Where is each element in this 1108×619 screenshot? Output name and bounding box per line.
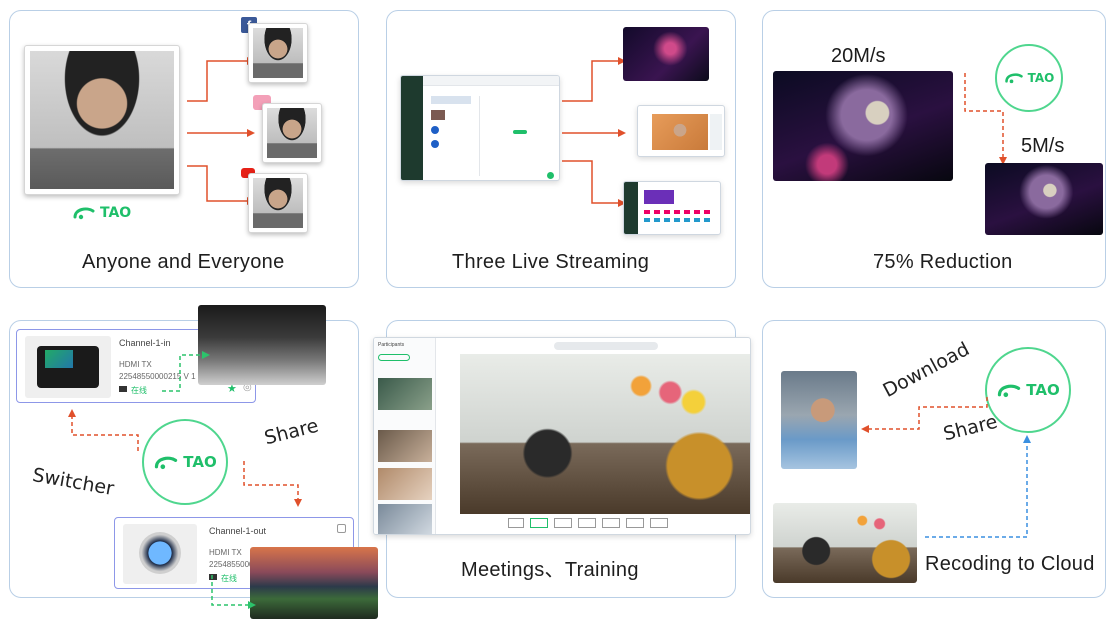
participant-video[interactable] bbox=[378, 430, 432, 462]
compression-arrow bbox=[964, 73, 1007, 165]
upload-blue-arrow bbox=[925, 435, 1031, 538]
tao-logo-text: TAO bbox=[100, 205, 132, 221]
add-participant-button[interactable] bbox=[378, 354, 410, 361]
card-switcher-share: Channel-1-in HDMI TX 22548550000215 V 1 … bbox=[9, 305, 378, 619]
channel-in-title: Channel-1-in bbox=[119, 338, 171, 348]
card-75-reduction: 20M/s TAO 5M/s 75% Reduction bbox=[762, 10, 1106, 288]
output-green-arrow bbox=[211, 575, 256, 609]
layout-option[interactable] bbox=[602, 518, 620, 528]
concert-video-low bbox=[985, 163, 1103, 235]
portrait-thumb-facebook bbox=[248, 23, 308, 83]
channel-out-model: HDMI TX bbox=[209, 548, 242, 557]
download-label: Download bbox=[879, 338, 974, 402]
speed-low-label: 5M/s bbox=[1021, 135, 1065, 157]
share-label: Share bbox=[262, 414, 321, 450]
card-caption: Three Live Streaming bbox=[452, 251, 650, 273]
meeting-main-video bbox=[460, 354, 750, 514]
layout-option-selected[interactable] bbox=[530, 518, 548, 528]
stream-output-video-call bbox=[637, 105, 725, 157]
layout-option[interactable] bbox=[626, 518, 644, 528]
layout-option[interactable] bbox=[554, 518, 572, 528]
tao-logo-text: TAO bbox=[183, 453, 217, 471]
tao-badge: TAO bbox=[142, 419, 228, 505]
card-caption: Recoding to Cloud bbox=[925, 553, 1095, 575]
tao-logo-icon bbox=[73, 207, 95, 220]
card-caption: Anyone and Everyone bbox=[82, 251, 285, 273]
speed-high-label: 20M/s bbox=[831, 45, 886, 67]
meeting-app-window: Participants bbox=[373, 337, 751, 535]
meeting-recording-photo bbox=[773, 503, 917, 583]
wedding-hall-photo bbox=[198, 305, 326, 385]
channel-in-status: 在线 bbox=[131, 386, 147, 395]
tao-logo-icon bbox=[998, 384, 1021, 397]
card-caption: Meetings、Training bbox=[461, 559, 639, 581]
tao-logo-icon bbox=[155, 456, 178, 469]
monitor-icon bbox=[119, 386, 127, 392]
layout-option[interactable] bbox=[578, 518, 596, 528]
portrait-photo bbox=[30, 51, 174, 189]
tao-logo: TAO bbox=[72, 205, 131, 221]
participant-video[interactable] bbox=[378, 504, 432, 534]
card-anyone-and-everyone: TAO f Anyone and Everyone bbox=[9, 10, 359, 288]
card-three-live-streaming: Three Live Streaming bbox=[386, 10, 736, 288]
share-red-arrow bbox=[243, 461, 302, 507]
streaming-arrows bbox=[562, 57, 626, 207]
streaming-console-screen bbox=[400, 75, 560, 181]
participant-video[interactable] bbox=[378, 378, 432, 410]
channel-in-model: HDMI TX bbox=[119, 360, 152, 369]
layout-toolbar bbox=[508, 518, 698, 532]
switcher-label: Switcher bbox=[30, 464, 116, 500]
portrait-thumb-youtube bbox=[248, 173, 308, 233]
download-red-arrow bbox=[861, 397, 988, 433]
distribution-arrows bbox=[187, 57, 255, 205]
tao-badge: TAO bbox=[985, 347, 1071, 433]
tao-logo-text: TAO bbox=[1027, 71, 1055, 85]
stream-output-concert bbox=[623, 27, 709, 81]
card-meetings-training: Participants Meetings、Training bbox=[373, 320, 751, 598]
tao-logo-text: TAO bbox=[1026, 381, 1060, 399]
stream-output-dashboard bbox=[623, 181, 721, 235]
switcher-red-arrow bbox=[68, 409, 139, 451]
card-recoding-to-cloud: TAO Download Share Recoding to Cloud bbox=[762, 320, 1106, 598]
meeting-info-bar bbox=[554, 342, 658, 350]
concert-video-high bbox=[773, 71, 953, 181]
layout-option[interactable] bbox=[650, 518, 668, 528]
layout-option[interactable] bbox=[508, 518, 524, 528]
downloaded-video-photo bbox=[781, 371, 857, 469]
switcher-device-image bbox=[25, 336, 111, 398]
input-green-arrow bbox=[162, 351, 210, 392]
select-checkbox[interactable] bbox=[337, 524, 346, 533]
participants-title: Participants bbox=[378, 342, 405, 348]
channel-out-title: Channel-1-out bbox=[209, 526, 267, 536]
golf-course-photo bbox=[250, 547, 378, 619]
portrait-thumb-bilibili bbox=[262, 103, 322, 163]
main-portrait-frame bbox=[24, 45, 180, 195]
card-caption: 75% Reduction bbox=[873, 251, 1013, 273]
encoder-device-image bbox=[123, 524, 197, 584]
participant-video[interactable] bbox=[378, 468, 432, 500]
participants-sidebar: Participants bbox=[374, 338, 436, 534]
